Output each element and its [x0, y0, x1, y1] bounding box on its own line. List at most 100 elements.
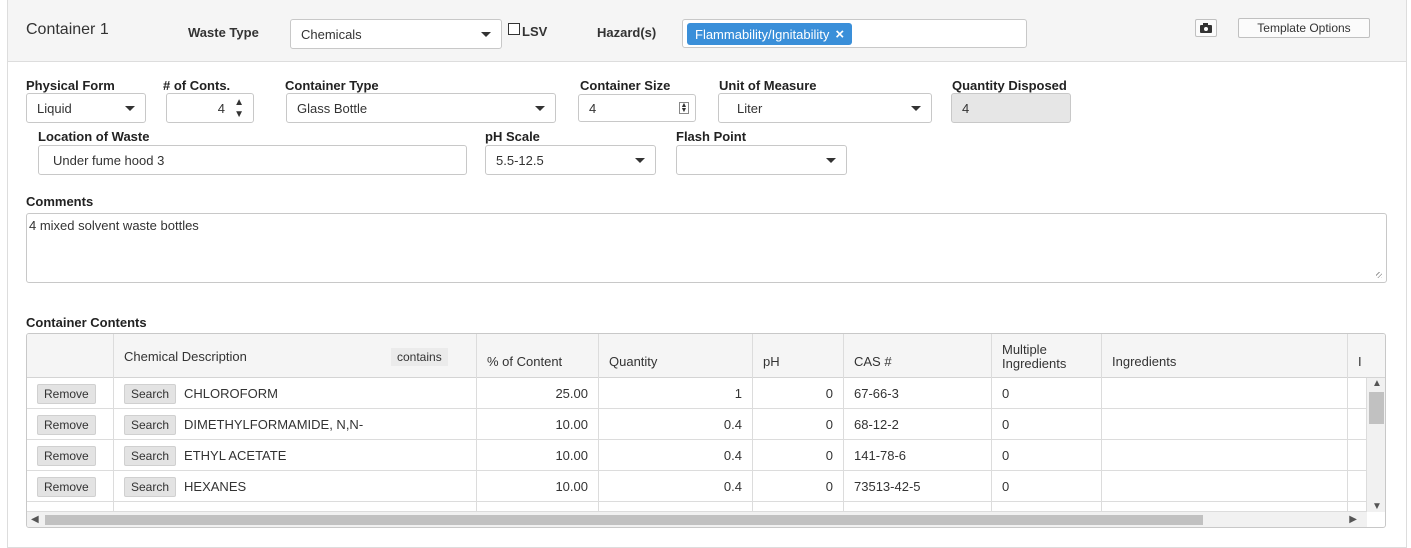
container-contents-label: Container Contents — [26, 315, 147, 330]
search-button[interactable]: Search — [124, 445, 177, 466]
col-chemical-description[interactable]: Chemical Description contains — [114, 334, 477, 378]
contains-filter[interactable]: contains — [391, 348, 448, 366]
cell-cas: 73513-42-5 — [844, 471, 992, 502]
hazard-tag-label: Flammability/Ignitability — [695, 26, 830, 42]
comments-label: Comments — [26, 194, 94, 209]
ph-select[interactable]: 5.5-12.5 — [485, 145, 656, 175]
stepper-up-icon[interactable]: ▲ — [234, 97, 244, 108]
cell-ph: 0 — [753, 471, 844, 502]
comments-textarea[interactable]: 4 mixed solvent waste bottles — [26, 213, 1387, 283]
container-size-value: 4 — [589, 100, 597, 116]
cell-cas: 68-12-2 — [844, 409, 992, 440]
col-pct-content[interactable]: % of Content — [477, 334, 599, 378]
horizontal-scroll-thumb[interactable] — [45, 515, 1203, 525]
lsv-label: LSV — [522, 24, 548, 39]
cell-ingredients — [1102, 409, 1348, 440]
hazards-multiselect[interactable]: Flammability/Ignitability × — [682, 19, 1027, 48]
contents-grid: Chemical Description contains % of Conte… — [26, 333, 1386, 528]
remove-button[interactable]: Remove — [37, 445, 96, 466]
search-button[interactable]: Search — [124, 383, 177, 404]
flash-point-label: Flash Point — [676, 129, 747, 144]
cell-qty: 0.4 — [599, 471, 753, 502]
flash-point-select[interactable] — [676, 145, 847, 175]
unit-value: Liter — [737, 100, 763, 116]
col-ph[interactable]: pH — [753, 334, 844, 378]
cell-cut — [1348, 378, 1368, 409]
camera-icon — [1200, 23, 1212, 33]
scroll-up-icon[interactable]: ▲ — [1372, 378, 1382, 389]
quantity-disposed-value: 4 — [962, 100, 970, 116]
cell-cut — [1348, 409, 1368, 440]
cell-name: Search HEXANES — [114, 471, 477, 502]
spinner-icon[interactable]: ▲ ▼ — [679, 102, 689, 114]
container-size-input[interactable]: 4 ▲ ▼ — [578, 94, 696, 122]
container-type-label: Container Type — [285, 78, 379, 93]
template-options-button[interactable]: Template Options — [1238, 18, 1370, 38]
cell-name: Search DIMETHYLFORMAMIDE, N,N- — [114, 409, 477, 440]
physical-form-label: Physical Form — [26, 78, 115, 93]
num-conts-stepper[interactable]: 4 ▲ ▼ — [166, 93, 254, 123]
lsv-checkbox[interactable] — [508, 23, 520, 35]
cell-actions: Remove — [27, 440, 114, 471]
cell-pct: 10.00 — [477, 409, 599, 440]
cell-name: Search CHLOROFORM — [114, 378, 477, 409]
unit-select[interactable]: Liter — [718, 93, 932, 123]
remove-button[interactable]: Remove — [37, 476, 96, 497]
waste-type-value: Chemicals — [301, 26, 362, 42]
cell-ingredients — [1102, 440, 1348, 471]
camera-button[interactable] — [1195, 19, 1217, 37]
chemical-name: DIMETHYLFORMAMIDE, N,N- — [184, 417, 364, 432]
resize-grip-icon[interactable] — [1376, 272, 1382, 278]
cell-actions: Remove — [27, 409, 114, 440]
table-row: Remove Search HEXANES 10.00 0.4 0 73513-42-5 0 — [27, 471, 1367, 502]
horizontal-scrollbar[interactable]: ◀ ▶ — [27, 511, 1367, 527]
cell-multi: 0 — [992, 471, 1102, 502]
physical-form-value: Liquid — [37, 100, 72, 116]
stepper-down-icon[interactable]: ▼ — [234, 109, 244, 120]
quantity-disposed-field: 4 — [951, 93, 1071, 123]
waste-type-select[interactable]: Chemicals — [290, 19, 502, 49]
cell-cas: 67-66-3 — [844, 378, 992, 409]
search-button[interactable]: Search — [124, 414, 177, 435]
cell-cas: 141-78-6 — [844, 440, 992, 471]
quantity-disposed-label: Quantity Disposed — [952, 78, 1067, 93]
chevron-down-icon — [125, 106, 135, 111]
search-button[interactable]: Search — [124, 476, 177, 497]
chemical-name: ETHYL ACETATE — [184, 448, 287, 463]
cell-pct: 10.00 — [477, 440, 599, 471]
comments-value: 4 mixed solvent waste bottles — [29, 218, 199, 233]
cell-name: Search ETHYL ACETATE — [114, 440, 477, 471]
grid-header: Chemical Description contains % of Conte… — [27, 334, 1385, 378]
location-input[interactable]: Under fume hood 3 — [38, 145, 467, 175]
waste-type-label: Waste Type — [188, 25, 259, 40]
col-ingredients[interactable]: Ingredients — [1102, 334, 1348, 378]
num-conts-label: # of Conts. — [163, 78, 231, 93]
cell-ph: 0 — [753, 378, 844, 409]
location-value: Under fume hood 3 — [53, 152, 165, 168]
table-row: Remove Search DIMETHYLFORMAMIDE, N,N- 10.00… — [27, 409, 1367, 440]
cell-pct: 10.00 — [477, 471, 599, 502]
col-multiple-ingredients[interactable]: Multiple Ingredients — [992, 334, 1102, 378]
vertical-scroll-thumb[interactable] — [1369, 392, 1384, 424]
physical-form-select[interactable]: Liquid — [26, 93, 146, 123]
scroll-down-icon[interactable]: ▼ — [1372, 501, 1382, 512]
remove-button[interactable]: Remove — [37, 414, 96, 435]
cell-ph: 0 — [753, 409, 844, 440]
col-cut[interactable]: I — [1348, 334, 1368, 378]
vertical-scrollbar[interactable]: ▲ ▼ — [1366, 378, 1385, 512]
hazard-tag: Flammability/Ignitability × — [687, 23, 853, 45]
col-actions — [27, 334, 114, 378]
cell-multi: 0 — [992, 378, 1102, 409]
cell-pct: 25.00 — [477, 378, 599, 409]
location-label: Location of Waste — [38, 129, 150, 144]
close-icon[interactable]: × — [835, 26, 844, 43]
container-type-select[interactable]: Glass Bottle — [286, 93, 556, 123]
cell-ingredients — [1102, 471, 1348, 502]
scroll-right-icon[interactable]: ▶ — [1349, 514, 1357, 525]
container-type-value: Glass Bottle — [297, 100, 368, 116]
col-cas[interactable]: CAS # — [844, 334, 992, 378]
col-quantity[interactable]: Quantity — [599, 334, 753, 378]
remove-button[interactable]: Remove — [37, 383, 96, 404]
cell-cut — [1348, 440, 1368, 471]
scroll-left-icon[interactable]: ◀ — [31, 514, 39, 525]
